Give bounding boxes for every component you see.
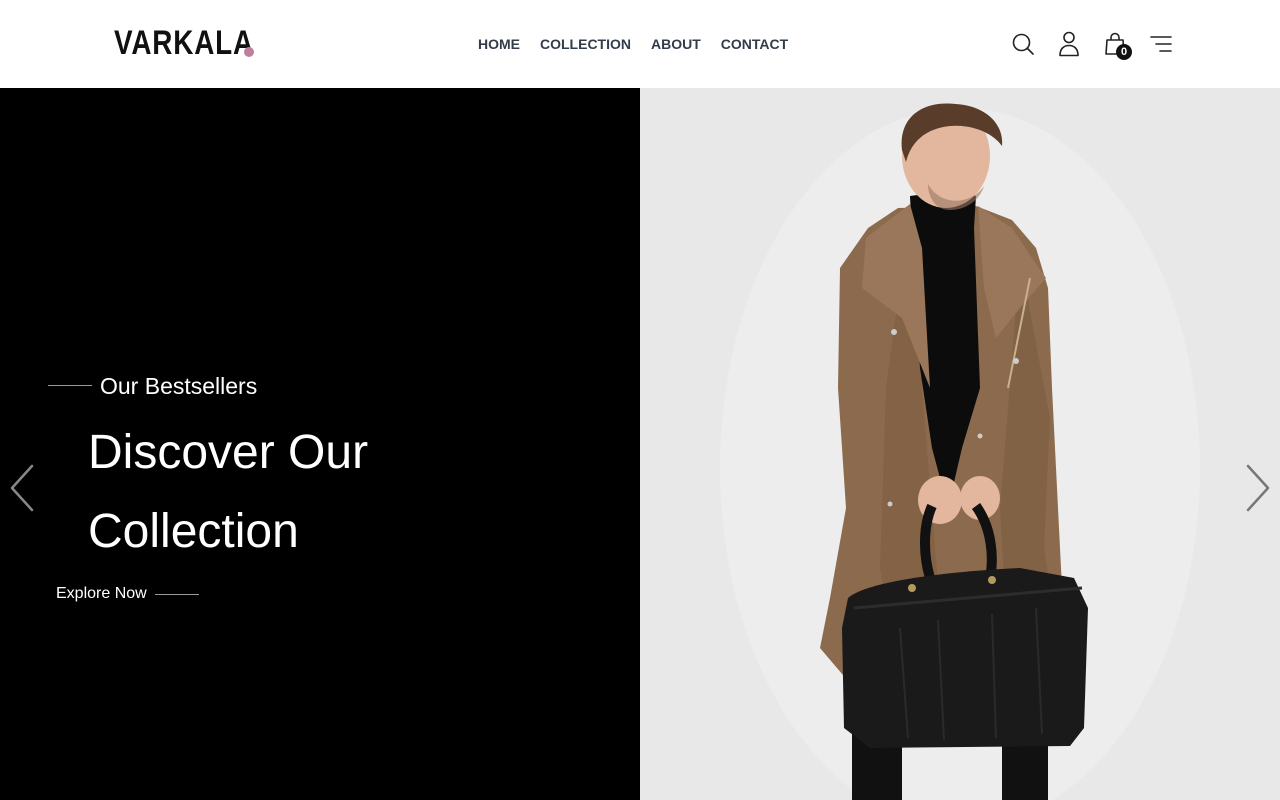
hero-subtitle: Our Bestsellers [100,373,258,399]
cart-count-badge: 0 [1116,44,1132,60]
nav-item-contact[interactable]: CONTACT [721,34,788,54]
hero-image [640,88,1280,800]
search-button[interactable] [1010,30,1036,58]
explore-divider [155,594,199,595]
slider-prev-button[interactable] [8,464,38,512]
search-icon [1012,33,1034,55]
slider-next-button[interactable] [1242,464,1272,512]
nav-item-collection[interactable]: COLLECTION [540,34,631,54]
account-button[interactable] [1056,30,1082,58]
brand-name: VARKALA [114,24,254,62]
hero-text-panel: Our Bestsellers Discover Our Collection … [0,88,640,800]
header-actions: 0 [1010,30,1174,60]
chevron-right-icon [1246,464,1270,512]
subtitle-divider [48,385,92,386]
model-photo [640,88,1280,800]
hero-slider: Our Bestsellers Discover Our Collection … [0,88,1280,800]
hero-title: Discover Our Collection [88,413,548,571]
menu-icon [1150,36,1172,52]
menu-button[interactable] [1148,30,1174,58]
cart-button[interactable]: 0 [1102,30,1132,60]
hero-title-line-1: Discover Our [88,426,369,479]
hero-title-line-2: Collection [88,505,299,558]
brand-dot [244,47,254,57]
nav-item-about[interactable]: ABOUT [651,34,701,54]
site-header: VARKALA HOME COLLECTION ABOUT CONTACT 0 [0,0,1280,88]
main-nav: HOME COLLECTION ABOUT CONTACT [478,34,788,54]
brand-logo[interactable]: VARKALA [114,24,285,62]
nav-item-home[interactable]: HOME [478,34,520,54]
user-icon [1059,31,1079,57]
explore-now-link[interactable]: Explore Now [56,584,147,604]
chevron-left-icon [10,464,34,512]
